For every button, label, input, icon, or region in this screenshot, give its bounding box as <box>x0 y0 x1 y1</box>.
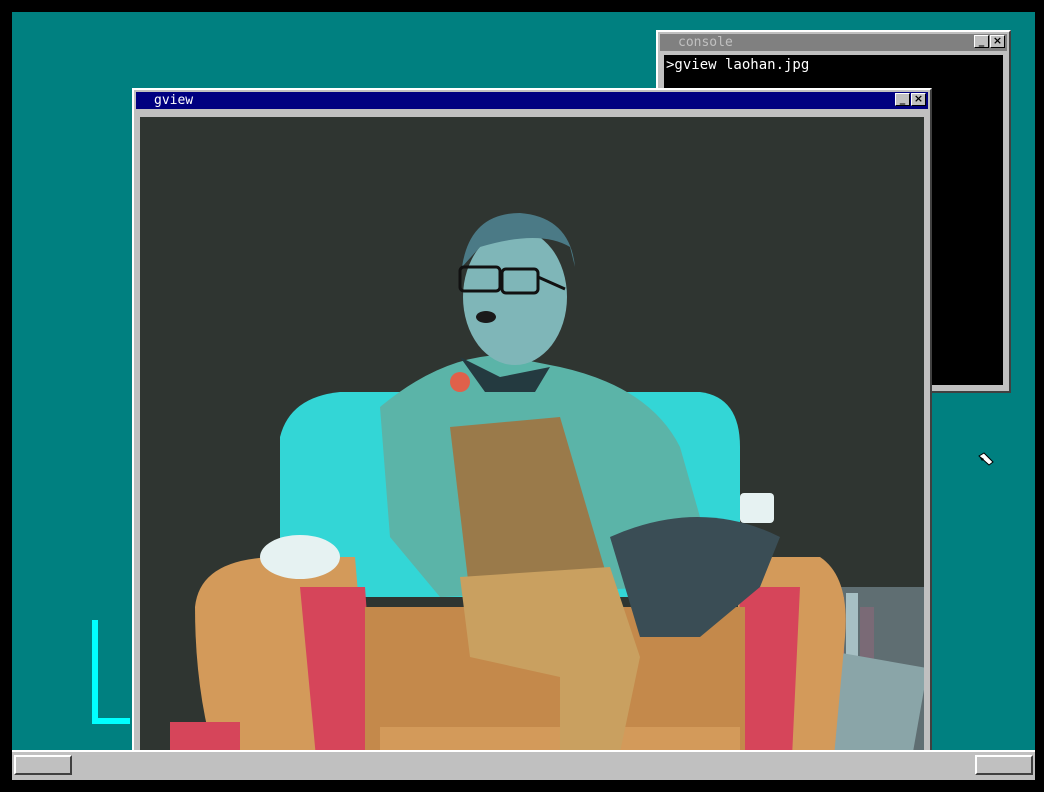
close-icon[interactable]: × <box>911 93 926 106</box>
console-line: >gview laohan.jpg <box>666 57 810 73</box>
mouse-pointer-icon <box>978 452 994 472</box>
minimize-icon[interactable]: _ <box>974 35 989 48</box>
displayed-photo <box>140 117 924 780</box>
minimize-icon[interactable]: _ <box>895 93 910 106</box>
gview-titlebar[interactable]: gview _ × <box>136 92 928 109</box>
desktop: console _ × >gview laohan.jpg gview _ × <box>12 12 1035 780</box>
desktop-decoration <box>92 620 130 724</box>
gview-title: gview <box>154 93 194 108</box>
tray-button[interactable] <box>975 755 1033 775</box>
close-icon[interactable]: × <box>990 35 1005 48</box>
taskbar <box>12 750 1035 780</box>
console-titlebar[interactable]: console _ × <box>660 34 1007 51</box>
start-button[interactable] <box>14 755 72 775</box>
gview-window[interactable]: gview _ × <box>132 88 932 780</box>
console-title: console <box>678 35 733 50</box>
image-canvas[interactable] <box>140 117 924 780</box>
